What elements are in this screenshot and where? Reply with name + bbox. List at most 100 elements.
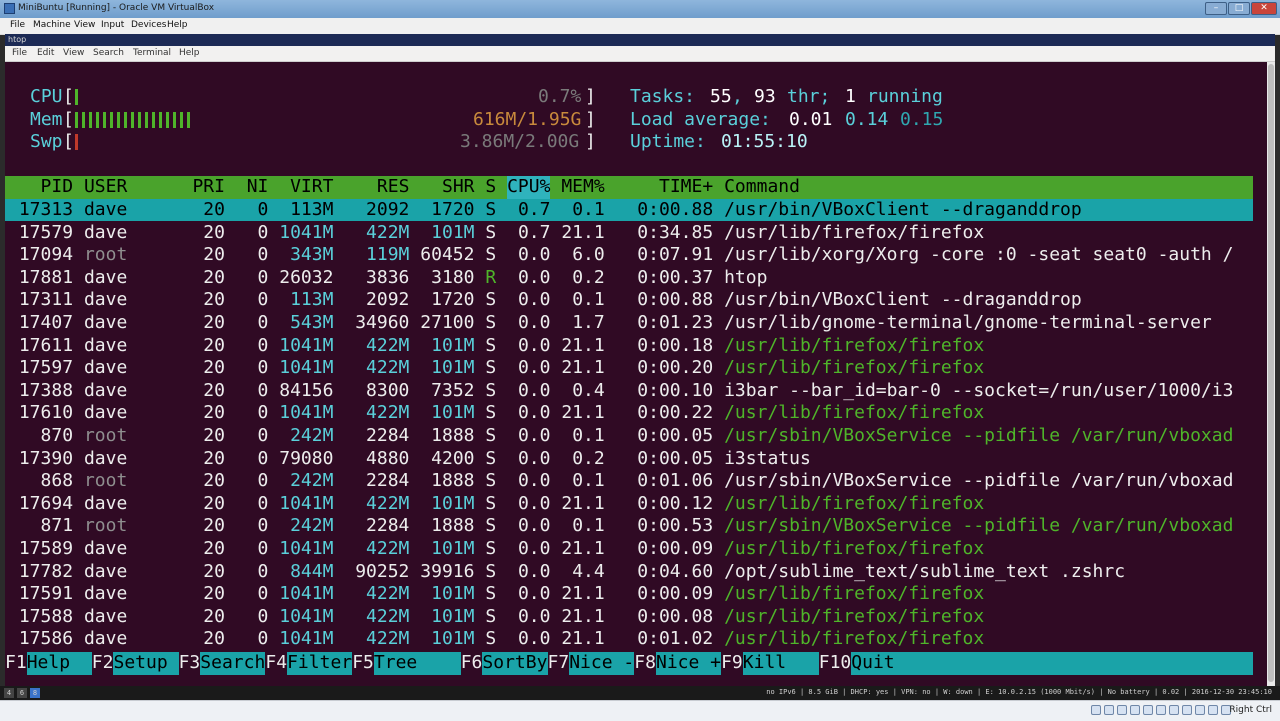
column-header-virt[interactable]: VIRT: [290, 176, 333, 199]
menu-input[interactable]: Input: [101, 20, 124, 30]
function-key-bar: F1 Help F2 Setup F3 Search F4 Filter F5 Tree F6 Sor…: [5, 652, 1253, 675]
cell-time: 0:00.53: [637, 515, 714, 537]
process-row[interactable]: 17313 dave 20 0 113M 2092 1720 S 0.7 0.1 0:00.88/u…: [5, 198, 1253, 222]
column-header-command[interactable]: Command: [724, 176, 800, 199]
process-row[interactable]: 17611 dave 20 0 1041M 422M 101M S 0.0 21.1 0:00.18…: [5, 335, 1253, 358]
column-header-res[interactable]: RES: [377, 176, 410, 199]
fkey-f6[interactable]: F6: [460, 652, 483, 675]
process-row[interactable]: 871 root 20 0 242M 2284 1888 S 0.0 0.1 0:00.53/usr…: [5, 515, 1253, 538]
terminal-menu-view[interactable]: View: [63, 48, 84, 58]
recording-icon[interactable]: [1182, 705, 1192, 715]
scrollbar-thumb[interactable]: [1268, 64, 1274, 682]
cell-mem: 0.4: [572, 379, 605, 401]
workspace-4[interactable]: 4: [4, 688, 14, 698]
fkey-label-setup[interactable]: Setup: [114, 652, 168, 675]
column-header-cpu[interactable]: CPU%: [507, 176, 551, 199]
process-row[interactable]: 17407 dave 20 0 543M 34960 27100 S 0.0 1.7 0:01.23…: [5, 312, 1253, 335]
fkey-label-sortby[interactable]: SortBy: [482, 652, 547, 675]
cell-res: 3836: [366, 266, 410, 288]
process-row[interactable]: 17579 dave 20 0 1041M 422M 101M S 0.7 21.1 0:34.85…: [5, 222, 1253, 245]
cell-pri: 20: [203, 424, 225, 446]
cell-cmd: /usr/lib/xorg/Xorg -core :0 -seat seat0 …: [724, 244, 1234, 266]
fkey-f5[interactable]: F5: [352, 652, 374, 675]
cpu-value: 0.7%: [538, 86, 582, 107]
htop-terminal[interactable]: CPU [ 0.7% ] Mem [ 616M/1.95G ] Swp [ 3.…: [5, 62, 1267, 686]
process-row[interactable]: 868 root 20 0 242M 2284 1888 S 0.0 0.1 0:01.06/usr…: [5, 470, 1253, 493]
mouse-integration-icon[interactable]: [1208, 705, 1218, 715]
maximize-button[interactable]: □: [1228, 2, 1250, 15]
terminal-scrollbar[interactable]: [1267, 62, 1275, 686]
column-header-pid[interactable]: PID: [41, 176, 74, 199]
process-row[interactable]: 870 root 20 0 242M 2284 1888 S 0.0 0.1 0:00.05/usr…: [5, 425, 1253, 448]
cell-time: 0:00.08: [637, 605, 714, 627]
fkey-f1[interactable]: F1: [5, 652, 27, 675]
cell-s: R: [485, 266, 497, 288]
usb-icon[interactable]: [1143, 705, 1153, 715]
process-row[interactable]: 17782 dave 20 0 844M 90252 39916 S 0.0 4.4 0:04.60…: [5, 561, 1253, 584]
process-row[interactable]: 17597 dave 20 0 1041M 422M 101M S 0.0 21.1 0:00.20…: [5, 357, 1253, 380]
process-row[interactable]: 17586 dave 20 0 1041M 422M 101M S 0.0 21.1 0:01.02…: [5, 628, 1253, 651]
fkey-label-tree[interactable]: Tree: [374, 652, 417, 675]
cell-ni: 0: [257, 379, 269, 401]
column-header-user[interactable]: USER: [84, 176, 127, 199]
process-row[interactable]: 17388 dave 20 0 84156 8300 7352 S 0.0 0.4 0:00.10 i…: [5, 380, 1253, 403]
menu-help[interactable]: Help: [167, 20, 188, 30]
column-header-pri[interactable]: PRI: [192, 176, 225, 199]
workspace-8[interactable]: 8: [30, 688, 40, 698]
meter-tick: [131, 111, 134, 128]
process-row[interactable]: 17610 dave 20 0 1041M 422M 101M S 0.0 21.1 0:00.22…: [5, 402, 1253, 425]
fkey-label-kill[interactable]: Kill: [743, 652, 786, 675]
cell-time: 0:04.60: [637, 560, 714, 582]
process-row[interactable]: 17591 dave 20 0 1041M 422M 101M S 0.0 21.1 0:00.09…: [5, 583, 1253, 606]
menu-file[interactable]: File: [10, 20, 25, 30]
fkey-f8[interactable]: F8: [634, 652, 656, 675]
fkey-f2[interactable]: F2: [91, 652, 114, 675]
cell-pid: 870: [40, 424, 74, 446]
fkey-label-filter[interactable]: Filter: [287, 652, 352, 675]
optical-icon[interactable]: [1104, 705, 1114, 715]
process-row[interactable]: 17589 dave 20 0 1041M 422M 101M S 0.0 21.1 0:00.09…: [5, 538, 1253, 561]
audio-icon[interactable]: [1117, 705, 1127, 715]
network-icon[interactable]: [1130, 705, 1140, 715]
menu-view[interactable]: View: [74, 20, 95, 30]
fkey-f4[interactable]: F4: [265, 652, 288, 675]
process-row[interactable]: 17588 dave 20 0 1041M 422M 101M S 0.0 21.1 0:00.08…: [5, 606, 1253, 629]
terminal-menu-edit[interactable]: Edit: [37, 48, 54, 58]
process-row[interactable]: 17094 root 20 0 343M 119M 60452 S 0.0 6.0 0:07.91 /…: [5, 244, 1253, 267]
terminal-menu-file[interactable]: File: [12, 48, 27, 58]
fkey-label-quit[interactable]: Quit: [851, 652, 894, 675]
fkey-f10[interactable]: F10: [818, 652, 852, 675]
hdd-icon[interactable]: [1091, 705, 1101, 715]
close-button[interactable]: ✕: [1251, 2, 1277, 15]
column-header-ni[interactable]: NI: [247, 176, 269, 199]
fkey-f7[interactable]: F7: [547, 652, 570, 675]
fkey-label-nice[interactable]: Nice -: [569, 652, 634, 675]
cell-cpu: 0.0: [517, 424, 551, 446]
meter-tick: [145, 111, 148, 128]
fkey-label-help[interactable]: Help: [27, 652, 70, 675]
process-row[interactable]: 17881 dave 20 0 26032 3836 3180 R 0.0 0.2 0:00.37 h…: [5, 267, 1253, 290]
fkey-label-nice[interactable]: Nice +: [656, 652, 721, 675]
fkey-f9[interactable]: F9: [721, 652, 743, 675]
column-header-shr[interactable]: SHR: [442, 176, 475, 199]
process-row[interactable]: 17694 dave 20 0 1041M 422M 101M S 0.0 21.1 0:00.12…: [5, 493, 1253, 516]
menu-machine[interactable]: Machine: [33, 20, 71, 30]
column-header-s[interactable]: S: [485, 176, 496, 199]
minimize-button[interactable]: –: [1205, 2, 1227, 15]
terminal-menu-help[interactable]: Help: [179, 48, 200, 58]
column-header-time[interactable]: TIME+: [659, 176, 713, 199]
cell-shr: 4200: [431, 447, 475, 469]
column-header-mem[interactable]: MEM%: [561, 176, 604, 199]
workspace-6[interactable]: 6: [17, 688, 27, 698]
fkey-label-search[interactable]: Search: [200, 652, 265, 675]
cpu-icon[interactable]: [1195, 705, 1205, 715]
fkey-f3[interactable]: F3: [178, 652, 201, 675]
cell-virt: 1041M: [279, 402, 334, 424]
terminal-menu-terminal[interactable]: Terminal: [133, 48, 171, 58]
shared-folder-icon[interactable]: [1156, 705, 1166, 715]
menu-devices[interactable]: Devices: [131, 20, 166, 30]
terminal-menu-search[interactable]: Search: [93, 48, 124, 58]
process-row[interactable]: 17311 dave 20 0 113M 2092 1720 S 0.0 0.1 0:00.88/u…: [5, 289, 1253, 312]
display-icon[interactable]: [1169, 705, 1179, 715]
process-row[interactable]: 17390 dave 20 0 79080 4880 4200 S 0.0 0.2 0:00.05 i…: [5, 448, 1253, 471]
